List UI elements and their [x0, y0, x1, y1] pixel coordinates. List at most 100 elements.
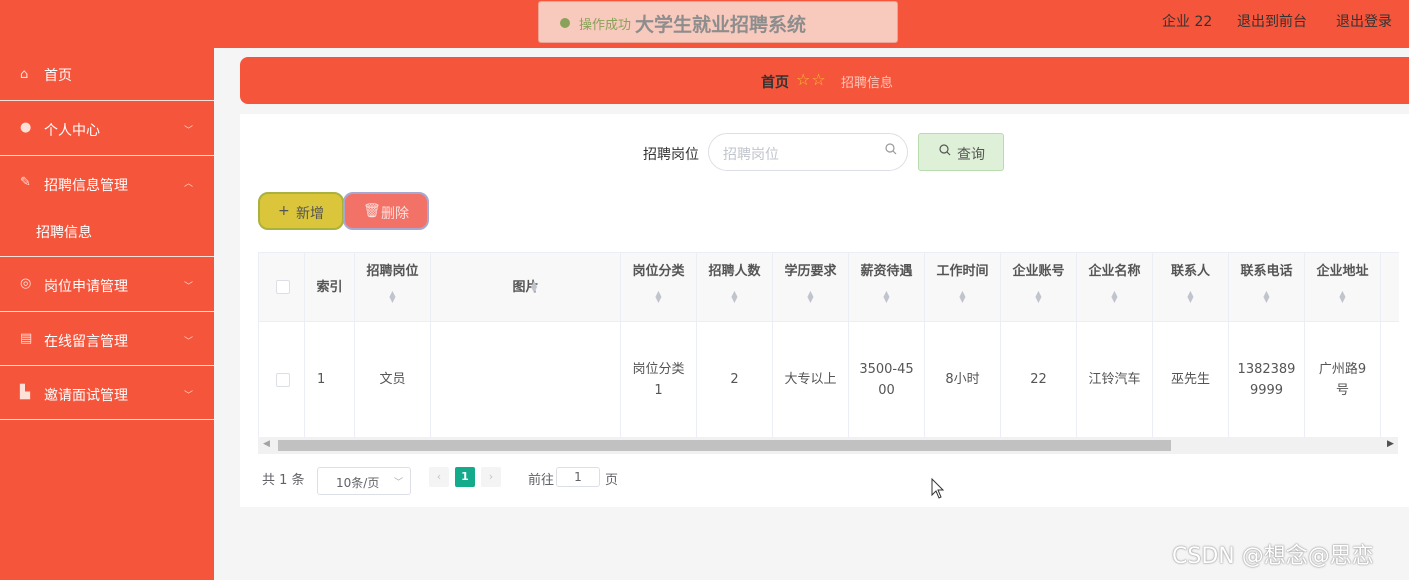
edit-icon: ✎: [20, 175, 31, 190]
sort-icon[interactable]: ▲ ▼: [1001, 290, 1076, 304]
cell-education: 大专以上: [773, 322, 849, 438]
sort-icon[interactable]: ▲ ▼: [925, 290, 1000, 304]
cell-account: 22: [1001, 322, 1077, 438]
sort-icon[interactable]: ▲ ▼: [773, 290, 848, 304]
chevron-down-icon: ﹀: [184, 391, 194, 401]
column-header-image[interactable]: 图片 ▲ ▼: [431, 253, 621, 322]
column-header-extra: [1381, 253, 1399, 322]
column-header-count[interactable]: 招聘人数 ▲ ▼: [697, 253, 773, 322]
sort-icon[interactable]: ▲ ▼: [1153, 290, 1228, 304]
sort-icon[interactable]: ▲ ▼: [531, 280, 537, 294]
breadcrumb-home[interactable]: 首页: [761, 72, 789, 92]
pagination-total: 共 1 条: [262, 473, 305, 488]
page-number-current[interactable]: 1: [455, 467, 475, 487]
chevron-down-icon: ﹀: [394, 478, 404, 488]
select-all-checkbox[interactable]: [276, 280, 290, 294]
column-header-company[interactable]: 企业名称 ▲ ▼: [1077, 253, 1153, 322]
success-icon: [560, 18, 570, 28]
search-placeholder: 招聘岗位: [723, 147, 779, 163]
cell-image: [431, 322, 621, 438]
goto-page-input[interactable]: 1: [556, 467, 600, 487]
search-label: 招聘岗位: [643, 147, 699, 163]
query-button[interactable]: 查询: [918, 133, 1004, 171]
search-icon: [939, 144, 951, 160]
chevron-left-icon: ‹: [436, 470, 442, 483]
current-user: 企业 22: [1162, 14, 1213, 30]
scroll-right-icon[interactable]: ▶: [1387, 439, 1394, 449]
chevron-down-icon: ﹀: [184, 337, 194, 347]
mouse-cursor-icon: [931, 477, 945, 504]
cell-contact: 巫先生: [1153, 322, 1229, 438]
prev-page-button[interactable]: ‹: [429, 467, 449, 487]
column-header-index: 索引: [305, 253, 355, 322]
star-icon: ☆☆: [796, 70, 827, 89]
column-header-phone[interactable]: 联系电话 ▲ ▼: [1229, 253, 1305, 322]
user-icon: ●: [20, 120, 32, 135]
cell-position: 文员: [355, 322, 431, 438]
thumb-icon: ▙: [20, 385, 30, 400]
column-header-contact[interactable]: 联系人 ▲ ▼: [1153, 253, 1229, 322]
column-header-education[interactable]: 学历要求 ▲ ▼: [773, 253, 849, 322]
delete-button[interactable]: 🗑 删除: [343, 192, 429, 230]
app-title: 大学生就业招聘系统: [635, 14, 807, 36]
column-header-salary[interactable]: 薪资待遇 ▲ ▼: [849, 253, 925, 322]
logout-link[interactable]: 退出登录: [1336, 11, 1392, 31]
breadcrumb: 首页 ☆☆ 招聘信息: [240, 57, 1409, 104]
sort-icon[interactable]: ▲ ▼: [697, 290, 772, 304]
trash-icon: 🗑: [363, 203, 381, 219]
column-header-category[interactable]: 岗位分类 ▲ ▼: [621, 253, 697, 322]
header-checkbox-cell: [259, 253, 305, 322]
sort-icon[interactable]: ▲ ▼: [355, 290, 430, 304]
sort-icon[interactable]: ▲ ▼: [849, 290, 924, 304]
column-header-address[interactable]: 企业地址 ▲ ▼: [1305, 253, 1381, 322]
breadcrumb-current: 招聘信息: [841, 76, 894, 91]
sort-icon[interactable]: ▲ ▼: [1229, 290, 1304, 304]
cell-phone: 1382389 9999: [1229, 322, 1305, 438]
chevron-down-icon: ﹀: [184, 126, 194, 136]
sidebar-subitem-recruit-info[interactable]: 招聘信息: [0, 210, 214, 250]
home-icon: ⌂: [20, 67, 29, 82]
plus-icon: +: [278, 203, 290, 219]
page-unit-label: 页: [605, 473, 619, 488]
column-header-worktime[interactable]: 工作时间 ▲ ▼: [925, 253, 1001, 322]
query-label: 查询: [957, 147, 985, 163]
scrollbar-thumb[interactable]: [278, 440, 1171, 451]
sort-icon[interactable]: ▲ ▼: [621, 290, 696, 304]
cell-index: 1: [305, 322, 355, 438]
cell-category: 岗位分类 1: [621, 322, 697, 438]
sidebar-item-interview-manage[interactable]: ▙ 邀请面试管理 ﹀: [0, 366, 214, 420]
chevron-right-icon: ›: [488, 470, 494, 483]
sidebar-item-profile[interactable]: ● 个人中心 ﹀: [0, 101, 214, 156]
recruit-table: 索引 招聘岗位 ▲ ▼ 图片 ▲ ▼ 岗位分类 ▲ ▼ 招聘人数 ▲ ▼ 学历要求 ▲ ▼…: [258, 252, 1399, 438]
add-button[interactable]: + 新增: [258, 192, 344, 230]
compass-icon: ◎: [20, 276, 32, 291]
cell-address: 广州路9 号: [1305, 322, 1381, 438]
cell-count: 2: [697, 322, 773, 438]
scroll-left-icon[interactable]: ◀: [263, 439, 270, 449]
sidebar-item-message-manage[interactable]: ▤ 在线留言管理 ﹀: [0, 312, 214, 366]
table-row: [259, 322, 305, 438]
column-header-account[interactable]: 企业账号 ▲ ▼: [1001, 253, 1077, 322]
horizontal-scrollbar[interactable]: ◀ ▶: [258, 437, 1398, 454]
column-header-position[interactable]: 招聘岗位 ▲ ▼: [355, 253, 431, 322]
chevron-down-icon: ﹀: [184, 282, 194, 292]
cell-salary: 3500-45 00: [849, 322, 925, 438]
sort-icon[interactable]: ▲ ▼: [1077, 290, 1152, 304]
toast-status: 操作成功: [579, 18, 632, 33]
cell-company: 江铃汽车: [1077, 322, 1153, 438]
cell-worktime: 8小时: [925, 322, 1001, 438]
row-checkbox[interactable]: [276, 373, 290, 387]
next-page-button[interactable]: ›: [481, 467, 501, 487]
goto-label: 前往: [528, 473, 555, 488]
cell-extra: [1381, 322, 1399, 438]
sort-icon[interactable]: ▲ ▼: [1305, 290, 1380, 304]
search-input[interactable]: 招聘岗位: [708, 133, 908, 171]
clipboard-icon: ▤: [20, 331, 33, 346]
page-size-select[interactable]: 10条/页 ﹀: [317, 467, 411, 495]
chevron-up-icon: ︿: [184, 179, 194, 189]
back-to-front-link[interactable]: 退出到前台: [1237, 11, 1307, 31]
search-icon: [885, 143, 897, 159]
sidebar-item-home[interactable]: ⌂ 首页: [0, 48, 214, 101]
watermark: CSDN @想念@思恋: [1172, 544, 1374, 569]
sidebar-item-application-manage[interactable]: ◎ 岗位申请管理 ﹀: [0, 257, 214, 312]
